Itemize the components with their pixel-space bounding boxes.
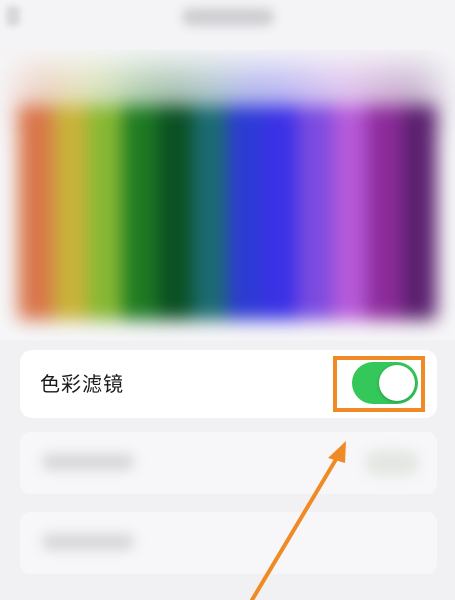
page-title <box>182 8 274 26</box>
color-filters-label: 色彩滤镜 <box>40 372 124 396</box>
color-preview-area <box>0 50 455 340</box>
annotation-highlight-box <box>333 356 425 412</box>
color-filter-preview[interactable] <box>18 105 437 320</box>
blurred-row-label <box>42 454 134 470</box>
back-button[interactable] <box>6 6 20 26</box>
blurred-row-label <box>42 534 134 550</box>
blurred-settings-row-2[interactable] <box>20 512 437 574</box>
navigation-bar <box>0 0 455 50</box>
blurred-row-toggle[interactable] <box>365 450 419 476</box>
blurred-settings-row-1[interactable] <box>20 432 437 494</box>
